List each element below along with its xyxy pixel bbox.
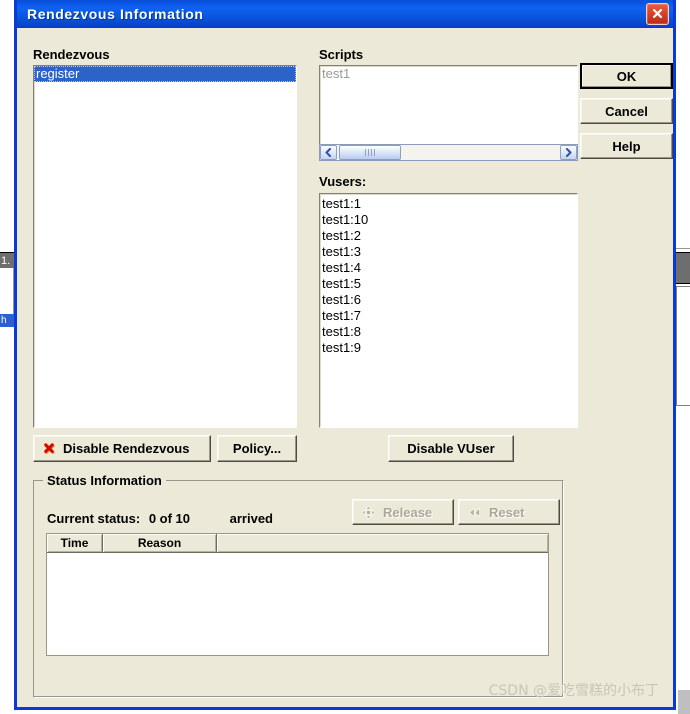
disable-rendezvous-button-label: Disable Rendezvous [63,441,190,456]
background-right-titlebar-fragment [676,252,690,284]
rendezvous-label: Rendezvous [33,47,110,62]
chevron-right-icon [566,148,572,157]
chevron-left-icon [325,148,331,157]
scrollbar-right-arrow-button[interactable] [560,145,577,160]
column-header-extra[interactable] [217,534,548,552]
vusers-list-item[interactable]: test1:1 [320,196,577,212]
current-status-value: 0 of 10 [148,511,190,526]
vusers-list-item[interactable]: test1:6 [320,292,577,308]
release-button-label: Release [383,504,433,520]
ok-button[interactable]: OK [580,63,673,89]
cancel-button-label: Cancel [605,103,648,119]
policy-button-label: Policy... [232,441,282,456]
ok-button-label: OK [616,68,637,84]
vusers-list-item[interactable]: test1:4 [320,260,577,276]
vusers-list-item[interactable]: test1:10 [320,212,577,228]
rewind-icon [467,505,482,520]
reset-button-label: Reset [489,504,525,520]
release-button[interactable]: Release [352,499,454,525]
rendezvous-listbox[interactable]: register [33,65,297,428]
dialog-title: Rendezvous Information [27,5,204,22]
vusers-list-item[interactable]: test1:3 [320,244,577,260]
vusers-list-item[interactable]: test1:9 [320,340,577,356]
scrollbar-left-arrow-button[interactable] [320,145,337,160]
rendezvous-information-dialog: Rendezvous Information Rendezvous regist… [14,0,676,710]
current-status-row: Current status: 0 of 10 arrived [47,511,273,526]
background-fragment-text: 1. [1,255,11,267]
vusers-label: Vusers: [319,174,367,189]
watermark: CSDN @爱吃雪糕的小布丁 [488,683,659,699]
background-highlight-fragment: h [0,314,14,327]
vusers-list-item[interactable]: test1:7 [320,308,577,324]
close-button[interactable] [646,3,669,25]
dialog-title-bar[interactable]: Rendezvous Information [17,0,673,28]
reset-button[interactable]: Reset [458,499,560,525]
column-header-time[interactable]: Time [47,534,103,552]
dialog-client-area: Rendezvous register Scripts test1 Vusers… [17,28,673,707]
scripts-list-item[interactable]: test1 [320,66,577,82]
grip-icon [365,149,375,156]
disable-vuser-button[interactable]: Disable VUser [388,435,514,462]
background-document-area [0,268,14,314]
scrollbar-thumb[interactable] [339,145,401,160]
policy-button[interactable]: Policy... [217,435,297,462]
disable-rendezvous-button[interactable]: Disable Rendezvous [33,435,211,462]
four-way-arrow-icon [361,505,376,520]
cancel-button[interactable]: Cancel [580,98,673,124]
current-status-label: Current status: [47,511,141,526]
arrived-label: arrived [229,511,273,526]
red-x-icon [43,442,56,455]
vusers-listbox[interactable]: test1:1 test1:10 test1:2 test1:3 test1:4… [319,193,578,428]
background-fragment-text: h [1,315,7,326]
help-button[interactable]: Help [580,133,673,159]
rendezvous-list-item[interactable]: register [34,66,296,82]
status-table[interactable]: Time Reason [46,533,549,656]
background-right-corner [678,690,690,714]
column-header-reason[interactable]: Reason [103,534,217,552]
scripts-label: Scripts [319,47,364,62]
close-icon [652,8,663,19]
help-button-label: Help [612,138,641,154]
vusers-list-item[interactable]: test1:8 [320,324,577,340]
scrollbar-track[interactable] [337,145,560,160]
vusers-list-item[interactable]: test1:5 [320,276,577,292]
background-right-panel [676,286,690,406]
desktop-background: 1. h S R Rendezvous Information Rendezvo… [0,0,690,714]
vusers-list-item[interactable]: test1:2 [320,228,577,244]
status-table-header: Time Reason [47,534,548,553]
status-table-body[interactable] [47,553,548,655]
background-document-area-2 [0,327,14,710]
status-information-title: Status Information [43,473,166,488]
scripts-horizontal-scrollbar[interactable] [319,144,578,161]
disable-vuser-button-label: Disable VUser [407,441,495,456]
background-right-strip [676,240,690,249]
